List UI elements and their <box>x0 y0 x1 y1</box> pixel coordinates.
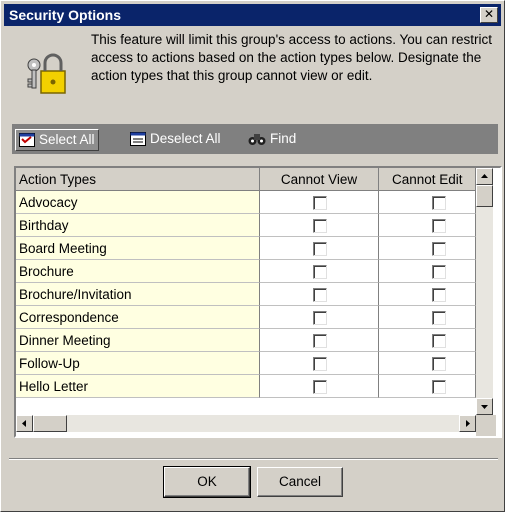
info-panel: This feature will limit this group's acc… <box>19 29 494 119</box>
cannot-edit-checkbox[interactable] <box>432 357 446 371</box>
cannot-edit-cell <box>379 191 476 214</box>
action-type-cell[interactable]: Dinner Meeting <box>16 329 260 352</box>
cannot-view-checkbox[interactable] <box>313 334 327 348</box>
cannot-edit-checkbox[interactable] <box>432 196 446 210</box>
horizontal-scrollbar[interactable] <box>16 415 476 432</box>
cannot-view-checkbox[interactable] <box>313 380 327 394</box>
arrow-right-icon <box>466 420 470 427</box>
cannot-edit-cell <box>379 375 476 398</box>
cannot-view-cell <box>260 214 379 237</box>
arrow-up-icon <box>481 174 488 178</box>
binoculars-icon <box>248 134 266 146</box>
cannot-edit-cell <box>379 329 476 352</box>
cannot-edit-cell <box>379 237 476 260</box>
action-type-cell[interactable]: Brochure <box>16 260 260 283</box>
action-type-cell[interactable]: Follow-Up <box>16 352 260 375</box>
find-button[interactable]: Find <box>248 129 296 149</box>
column-header-cannot-view[interactable]: Cannot View <box>260 168 379 191</box>
horizontal-scroll-thumb[interactable] <box>33 415 67 432</box>
table-row: Hello Letter <box>16 375 476 398</box>
column-header-action-types[interactable]: Action Types <box>16 168 260 191</box>
scroll-thumb[interactable] <box>476 185 493 207</box>
info-text: This feature will limit this group's acc… <box>91 32 492 83</box>
arrow-left-icon <box>22 420 26 427</box>
cannot-edit-cell <box>379 260 476 283</box>
table-row: Brochure <box>16 260 476 283</box>
scroll-left-button[interactable] <box>16 415 33 432</box>
select-all-icon <box>19 133 35 148</box>
scroll-up-button[interactable] <box>476 168 493 185</box>
close-button[interactable]: ✕ <box>480 7 498 23</box>
arrow-down-icon <box>481 405 488 409</box>
cannot-edit-checkbox[interactable] <box>432 334 446 348</box>
cannot-view-cell <box>260 191 379 214</box>
deselect-all-button[interactable]: Deselect All <box>130 129 221 149</box>
table-row: Follow-Up <box>16 352 476 375</box>
table-row: Advocacy <box>16 191 476 214</box>
cannot-edit-checkbox[interactable] <box>432 380 446 394</box>
action-type-cell[interactable]: Hello Letter <box>16 375 260 398</box>
cannot-edit-cell <box>379 283 476 306</box>
find-label: Find <box>270 131 297 146</box>
cannot-edit-cell <box>379 352 476 375</box>
cannot-edit-checkbox[interactable] <box>432 265 446 279</box>
cannot-edit-checkbox[interactable] <box>432 242 446 256</box>
cannot-view-checkbox[interactable] <box>313 288 327 302</box>
cannot-edit-checkbox[interactable] <box>432 288 446 302</box>
action-type-cell[interactable]: Brochure/Invitation <box>16 283 260 306</box>
cannot-view-cell <box>260 237 379 260</box>
cannot-view-cell <box>260 306 379 329</box>
cannot-view-checkbox[interactable] <box>313 196 327 210</box>
cannot-view-checkbox[interactable] <box>313 219 327 233</box>
cannot-view-checkbox[interactable] <box>313 357 327 371</box>
cannot-edit-cell <box>379 214 476 237</box>
cannot-view-cell <box>260 283 379 306</box>
title-bar: Security Options ✕ <box>4 4 501 26</box>
select-all-label: Select All <box>39 132 95 147</box>
cannot-view-checkbox[interactable] <box>313 242 327 256</box>
cancel-button[interactable]: Cancel <box>257 467 343 497</box>
deselect-all-icon <box>130 132 146 147</box>
table-row: Dinner Meeting <box>16 329 476 352</box>
toolbar: Select All Deselect All Find <box>12 124 498 154</box>
cannot-view-cell <box>260 260 379 283</box>
table-row: Board Meeting <box>16 237 476 260</box>
scrollbar-corner <box>476 415 496 436</box>
cannot-view-cell <box>260 375 379 398</box>
table-row: Correspondence <box>16 306 476 329</box>
select-all-button[interactable]: Select All <box>15 129 99 151</box>
keys-padlock-icon <box>27 53 66 94</box>
cannot-edit-cell <box>379 306 476 329</box>
separator <box>9 458 498 460</box>
deselect-all-label: Deselect All <box>150 131 221 146</box>
security-options-dialog: Security Options ✕ This feature will lim… <box>0 0 505 512</box>
cannot-view-cell <box>260 352 379 375</box>
action-type-cell[interactable]: Birthday <box>16 214 260 237</box>
scroll-right-button[interactable] <box>459 415 476 432</box>
close-icon: ✕ <box>483 7 495 21</box>
dialog-title: Security Options <box>9 7 122 23</box>
vertical-scrollbar[interactable] <box>476 168 493 415</box>
action-type-cell[interactable]: Board Meeting <box>16 237 260 260</box>
cannot-view-cell <box>260 329 379 352</box>
cannot-edit-checkbox[interactable] <box>432 311 446 325</box>
action-types-grid: Action Types Cannot View Cannot Edit Adv… <box>14 166 502 438</box>
table-row: Brochure/Invitation <box>16 283 476 306</box>
action-type-cell[interactable]: Correspondence <box>16 306 260 329</box>
cannot-view-checkbox[interactable] <box>313 265 327 279</box>
cannot-view-checkbox[interactable] <box>313 311 327 325</box>
table-row: Birthday <box>16 214 476 237</box>
cannot-edit-checkbox[interactable] <box>432 219 446 233</box>
action-type-cell[interactable]: Advocacy <box>16 191 260 214</box>
ok-button[interactable]: OK <box>163 466 251 498</box>
scroll-down-button[interactable] <box>476 398 493 415</box>
column-header-cannot-edit[interactable]: Cannot Edit <box>379 168 476 191</box>
